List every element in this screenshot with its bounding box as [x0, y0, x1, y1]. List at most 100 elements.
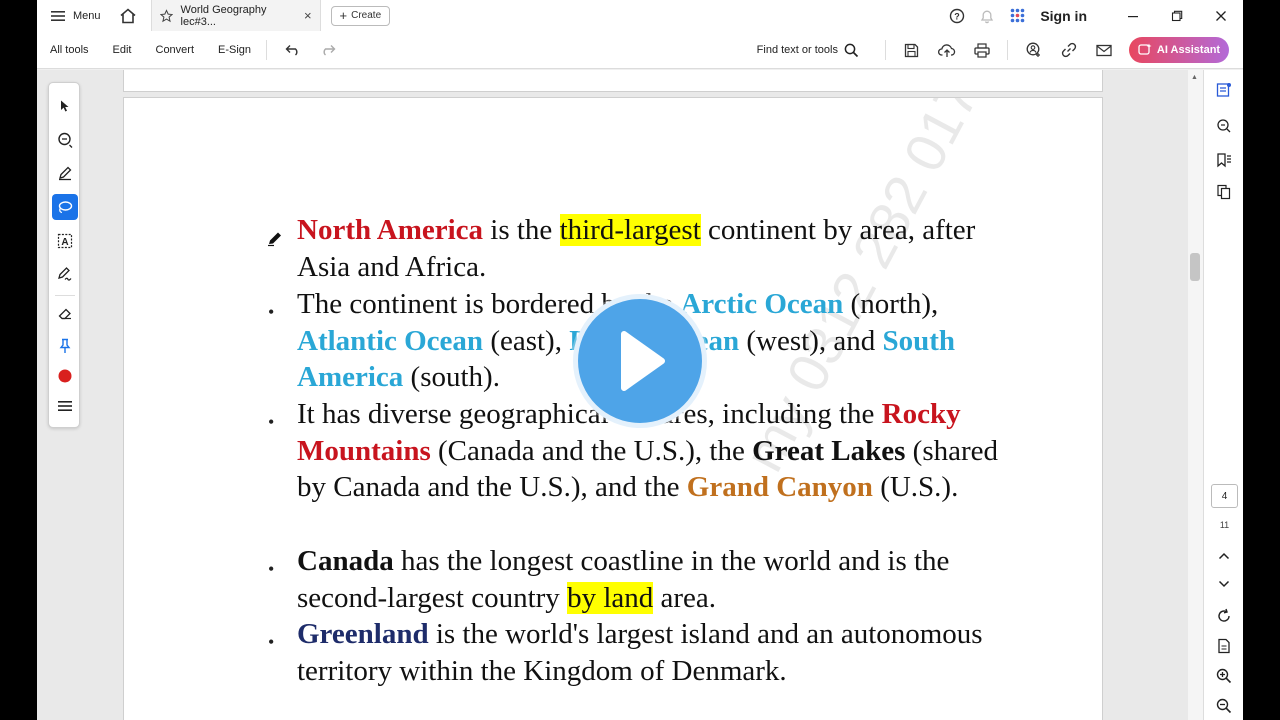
- upload-button[interactable]: [929, 43, 964, 58]
- bell-icon: [981, 10, 994, 23]
- sign-in-button[interactable]: Sign in: [1040, 8, 1087, 24]
- print-icon: [973, 42, 990, 58]
- page-icon: [1218, 638, 1230, 654]
- menu-label: Menu: [73, 9, 101, 22]
- attachments-panel-button[interactable]: [1214, 182, 1234, 202]
- edit-button[interactable]: Edit: [113, 44, 132, 56]
- main-toolbar: All tools Edit Convert E-Sign Find text …: [37, 31, 1243, 69]
- rotate-button[interactable]: [1214, 606, 1234, 626]
- plus-icon: +: [339, 8, 348, 23]
- esign-button[interactable]: E-Sign: [218, 44, 251, 56]
- eraser-tool-button[interactable]: [52, 301, 78, 327]
- copy-link-button[interactable]: [1051, 42, 1086, 58]
- svg-text:A: A: [61, 237, 68, 248]
- vertical-scrollbar[interactable]: ▲: [1188, 70, 1203, 720]
- redo-button[interactable]: [310, 44, 345, 56]
- video-play-button[interactable]: [573, 294, 707, 428]
- bullet-item: Greenland is the world's largest island …: [297, 616, 1017, 689]
- pen-tool-button[interactable]: [52, 160, 78, 186]
- email-button[interactable]: [1086, 44, 1121, 57]
- bullet-segment: (north),: [843, 288, 939, 320]
- bullet-marker: •: [268, 412, 275, 432]
- previous-page-button[interactable]: [1214, 546, 1234, 566]
- bullet-segment: Great Lakes: [752, 434, 906, 467]
- bullet-marker: •: [268, 632, 275, 652]
- convert-button[interactable]: Convert: [156, 44, 195, 56]
- previous-page: [123, 70, 1103, 92]
- zoom-in-button[interactable]: [1214, 666, 1234, 686]
- notifications-button[interactable]: [972, 8, 1002, 24]
- attachments-icon: [1217, 184, 1231, 200]
- lasso-icon: [58, 201, 73, 214]
- scrollbar-thumb[interactable]: [1190, 253, 1200, 281]
- more-tools-button[interactable]: [52, 393, 78, 419]
- pen-icon: [59, 166, 72, 181]
- sign-tool-button[interactable]: [52, 261, 78, 287]
- tab-title: World Geography lec#3...: [180, 3, 267, 28]
- find-tools-button[interactable]: Find text or tools: [757, 43, 859, 58]
- right-letterbox: [1243, 0, 1280, 720]
- save-icon: [904, 43, 919, 57]
- rotate-icon: [1218, 608, 1230, 622]
- pin-tool-button[interactable]: [52, 333, 78, 359]
- bullet-segment: is the: [483, 214, 560, 246]
- close-window-button[interactable]: [1199, 10, 1243, 22]
- link-icon: [1061, 42, 1076, 58]
- apps-grid-icon: [1010, 8, 1025, 23]
- scroll-up-arrow-icon[interactable]: ▲: [1191, 74, 1198, 81]
- bullet-marker: •: [268, 302, 275, 322]
- text-box-tool-button[interactable]: A: [52, 228, 78, 254]
- current-page-input[interactable]: 4: [1211, 484, 1238, 508]
- comments-panel-button[interactable]: [1214, 80, 1234, 100]
- text-box-icon: A: [57, 233, 73, 249]
- bullet-segment: third-largest: [559, 214, 701, 246]
- print-button[interactable]: [964, 42, 999, 58]
- comment-tool-button[interactable]: [52, 127, 78, 153]
- mail-icon: [1095, 44, 1112, 56]
- minimize-button[interactable]: [1111, 10, 1155, 22]
- more-menu-icon: [58, 401, 72, 411]
- home-icon[interactable]: [119, 7, 137, 25]
- thumbnails-icon: [1217, 119, 1231, 133]
- select-tool-button[interactable]: [52, 93, 78, 119]
- next-page-button[interactable]: [1214, 574, 1234, 594]
- bullet-segment: (south).: [403, 361, 500, 394]
- close-icon: [1216, 10, 1226, 21]
- thumbnails-panel-button[interactable]: [1214, 116, 1234, 136]
- bullet-item: North America is the third-largest conti…: [297, 212, 1017, 285]
- share-user-button[interactable]: [1016, 42, 1051, 58]
- help-button[interactable]: ?: [942, 8, 972, 24]
- bullet-item: Canada has the longest coastline in the …: [297, 543, 1017, 616]
- zoom-in-icon: [1216, 668, 1232, 684]
- tab-close-button[interactable]: ×: [304, 8, 312, 23]
- toolbar-right: Find text or tools AI Assistant: [757, 31, 1229, 69]
- ai-assistant-button[interactable]: AI Assistant: [1129, 37, 1229, 63]
- undo-button[interactable]: [275, 44, 310, 56]
- lasso-tool-button[interactable]: [52, 194, 78, 220]
- create-button[interactable]: + Create: [330, 5, 391, 26]
- chevron-down-icon: [1218, 580, 1230, 588]
- total-pages: 11: [1219, 520, 1230, 530]
- page-view-button[interactable]: [1214, 636, 1234, 656]
- restore-button[interactable]: [1155, 10, 1199, 22]
- zoom-out-button[interactable]: [1214, 696, 1234, 716]
- eraser-icon: [58, 308, 71, 320]
- share-user-icon: [1026, 42, 1040, 57]
- bullet-segment: Greenland: [297, 618, 429, 650]
- create-label: Create: [351, 10, 382, 21]
- bullet-segment: (Canada and the U.S.), the: [430, 434, 753, 467]
- undo-icon: [285, 44, 298, 56]
- star-icon[interactable]: [159, 8, 173, 23]
- save-button[interactable]: [894, 43, 929, 58]
- menu-button[interactable]: Menu: [51, 10, 101, 22]
- document-tab[interactable]: World Geography lec#3... ×: [150, 0, 321, 31]
- annotation-tools-panel: A: [48, 82, 80, 428]
- bookmarks-panel-button[interactable]: [1214, 150, 1234, 170]
- svg-text:?: ?: [955, 11, 961, 21]
- toolbar-divider: [1007, 40, 1008, 60]
- all-tools-button[interactable]: All tools: [50, 44, 89, 56]
- apps-button[interactable]: [1002, 8, 1032, 23]
- color-picker-button[interactable]: [52, 363, 78, 389]
- restore-icon: [1171, 10, 1183, 21]
- ai-sparkle-icon: [1138, 43, 1152, 55]
